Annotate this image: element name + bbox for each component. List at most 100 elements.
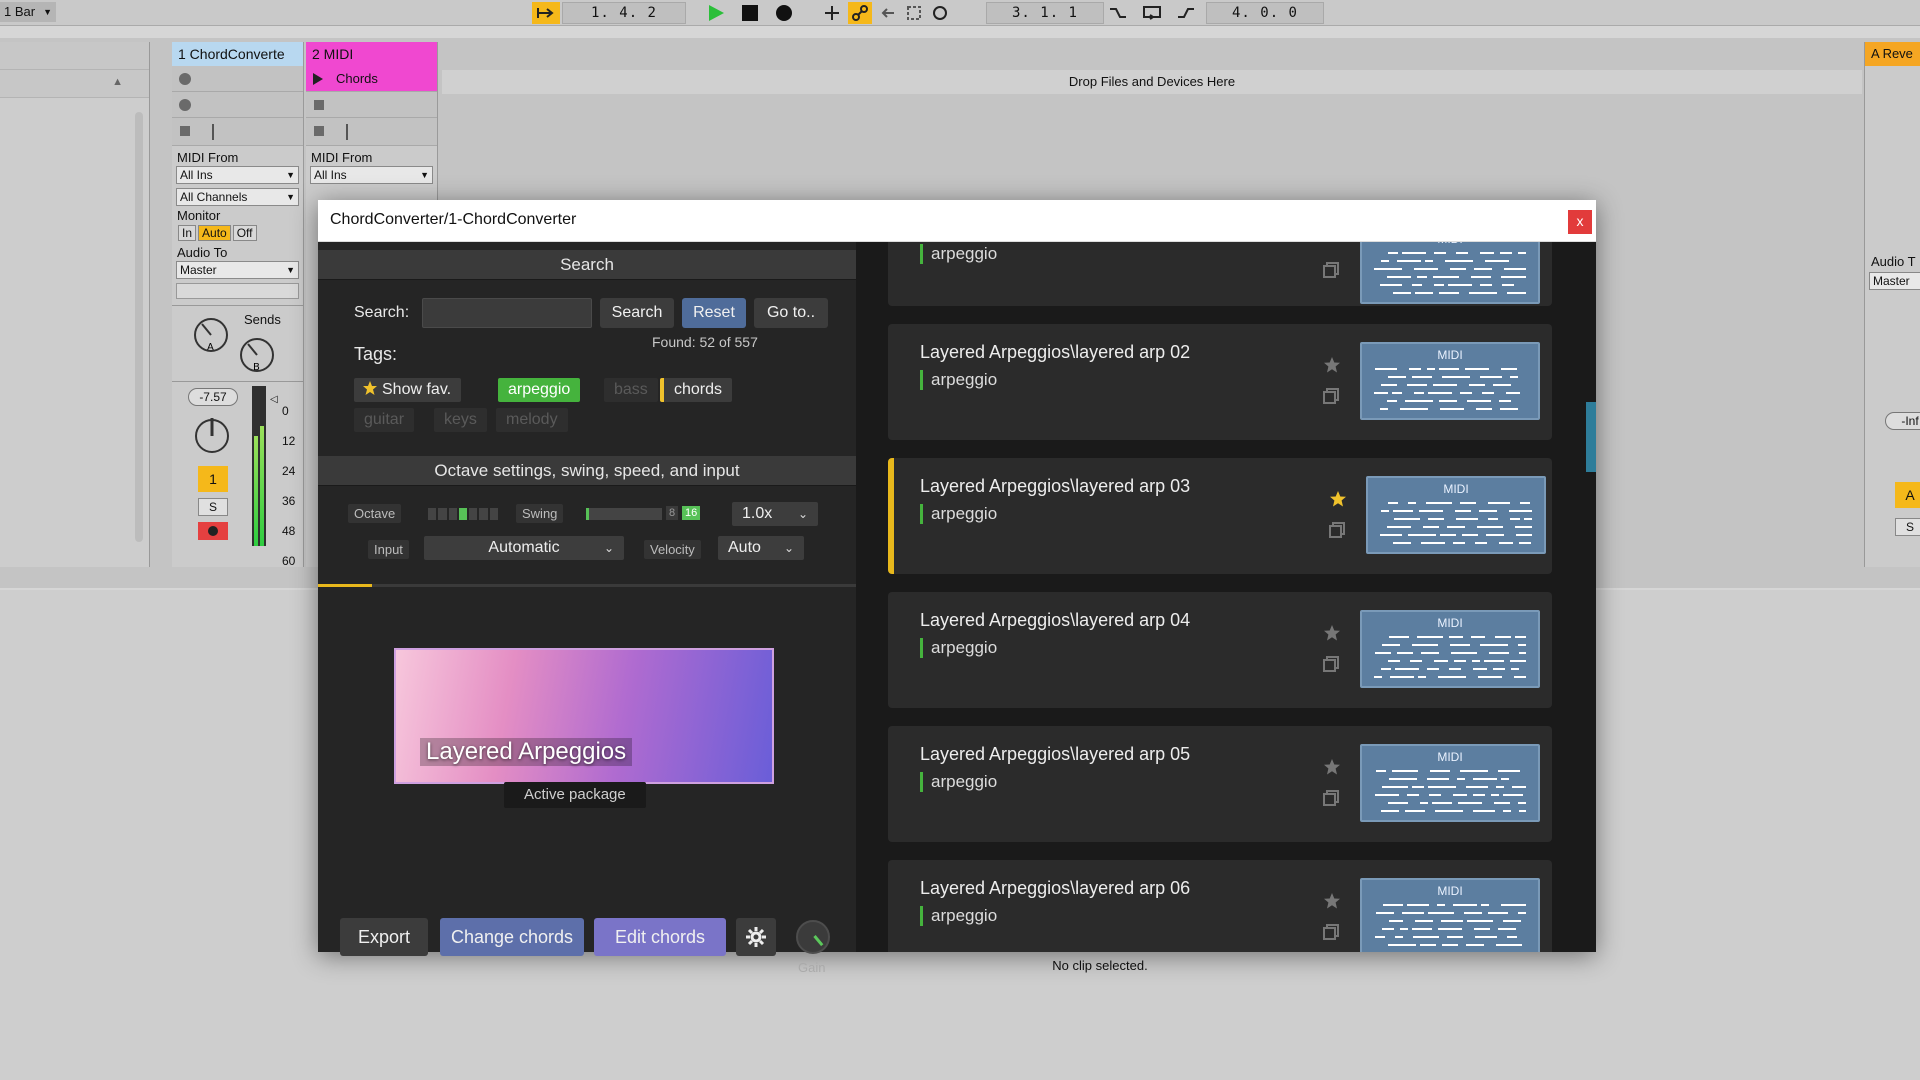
solo-button[interactable]: S bbox=[198, 498, 228, 516]
midi-preview[interactable]: MIDI bbox=[1360, 610, 1540, 688]
swing-8-button[interactable]: 8 bbox=[666, 506, 679, 520]
preset-card[interactable]: Layered Arpeggios\layered arp 06 arpeggio… bbox=[888, 860, 1552, 952]
loop-start[interactable]: 3. 1. 1 bbox=[986, 2, 1104, 24]
monitor-off-button[interactable]: Off bbox=[232, 225, 257, 241]
pan-knob-icon[interactable] bbox=[192, 414, 232, 454]
song-position[interactable]: 1. 4. 2 bbox=[562, 2, 686, 24]
favorite-button[interactable] bbox=[1323, 758, 1341, 781]
preset-tag[interactable]: arpeggio bbox=[920, 772, 997, 792]
preset-card[interactable]: arpeggio MIDI bbox=[888, 242, 1552, 306]
send-b-knob-icon[interactable]: B bbox=[238, 336, 276, 374]
capture-midi-icon[interactable] bbox=[902, 2, 926, 24]
swing-slider[interactable] bbox=[586, 508, 662, 520]
stop-icon[interactable] bbox=[738, 2, 762, 24]
return-activator-button[interactable]: A bbox=[1895, 482, 1920, 508]
clip-slot[interactable] bbox=[306, 92, 437, 118]
record-icon[interactable] bbox=[772, 2, 796, 24]
search-button[interactable]: Search bbox=[600, 298, 674, 328]
preset-tag[interactable]: arpeggio bbox=[920, 244, 997, 264]
quantization-menu[interactable]: 1 Bar ▼ bbox=[0, 2, 56, 22]
midi-preview[interactable]: MIDI bbox=[1360, 744, 1540, 822]
monitor-in-button[interactable]: In bbox=[178, 225, 197, 241]
midi-from-select[interactable]: All Ins bbox=[176, 166, 299, 184]
favorite-button[interactable] bbox=[1329, 490, 1347, 513]
audio-to-select[interactable]: Master bbox=[1869, 272, 1920, 290]
tag-guitar[interactable]: guitar bbox=[354, 408, 415, 432]
scroll-up-icon[interactable]: ▲ bbox=[112, 76, 123, 88]
preset-card[interactable]: Layered Arpeggios\layered arp 02 arpeggio… bbox=[888, 324, 1552, 440]
preset-card[interactable]: Layered Arpeggios\layered arp 03 arpeggio… bbox=[888, 458, 1552, 574]
gain-knob[interactable] bbox=[796, 920, 830, 954]
track-title[interactable]: 1 ChordConverte bbox=[172, 42, 303, 66]
reset-button[interactable]: Reset bbox=[682, 298, 746, 328]
audio-to-select[interactable]: Master bbox=[176, 261, 299, 279]
clip-slot[interactable] bbox=[172, 92, 303, 118]
duplicate-button[interactable] bbox=[1323, 790, 1339, 811]
input-dropdown[interactable]: Automatic ⌄ bbox=[424, 536, 624, 560]
duplicate-button[interactable] bbox=[1323, 656, 1339, 677]
favorite-button[interactable] bbox=[1323, 892, 1341, 915]
tag-show-fav[interactable]: Show fav. bbox=[354, 378, 462, 402]
loop-length[interactable]: 4. 0. 0 bbox=[1206, 2, 1324, 24]
midi-from-select[interactable]: All Ins bbox=[310, 166, 433, 184]
tag-melody[interactable]: melody bbox=[496, 408, 568, 432]
edit-chords-button[interactable]: Edit chords bbox=[594, 918, 726, 956]
track-title[interactable]: 2 MIDI bbox=[306, 42, 437, 66]
overdub-icon[interactable] bbox=[820, 2, 844, 24]
sidebar-scrollbar[interactable] bbox=[135, 112, 143, 542]
package-cover[interactable]: Layered Arpeggios bbox=[394, 648, 774, 784]
track-volume[interactable]: -7.57 bbox=[188, 388, 238, 406]
clip-play-icon[interactable] bbox=[312, 72, 324, 86]
export-button[interactable]: Export bbox=[340, 918, 428, 956]
tag-bass[interactable]: bass bbox=[604, 378, 658, 402]
octave-selector[interactable] bbox=[428, 508, 498, 520]
tag-keys[interactable]: keys bbox=[434, 408, 487, 432]
duplicate-button[interactable] bbox=[1329, 522, 1345, 543]
close-button[interactable]: x bbox=[1568, 210, 1592, 234]
fader-arrow-icon[interactable]: ◁ bbox=[270, 394, 278, 405]
tag-chords[interactable]: chords bbox=[660, 378, 733, 402]
change-chords-button[interactable]: Change chords bbox=[440, 918, 584, 956]
goto-button[interactable]: Go to.. bbox=[754, 298, 828, 328]
drop-zone[interactable]: Drop Files and Devices Here bbox=[442, 70, 1862, 94]
preset-tag[interactable]: arpeggio bbox=[920, 638, 997, 658]
midi-channel-select[interactable]: All Channels bbox=[176, 188, 299, 206]
duplicate-button[interactable] bbox=[1323, 388, 1339, 409]
preset-card[interactable]: Layered Arpeggios\layered arp 05 arpeggio… bbox=[888, 726, 1552, 842]
send-a-knob-icon[interactable]: A bbox=[192, 316, 230, 354]
clip-chords[interactable]: Chords bbox=[306, 66, 437, 92]
preset-card[interactable]: Layered Arpeggios\layered arp 04 arpeggio… bbox=[888, 592, 1552, 708]
preset-tag[interactable]: arpeggio bbox=[920, 906, 997, 926]
duplicate-button[interactable] bbox=[1323, 262, 1339, 283]
preset-tag[interactable]: arpeggio bbox=[920, 370, 997, 390]
search-input[interactable] bbox=[422, 298, 592, 328]
return-solo-button[interactable]: S bbox=[1895, 518, 1920, 536]
stop-clip-slot[interactable] bbox=[306, 118, 437, 146]
midi-preview[interactable]: MIDI bbox=[1360, 878, 1540, 952]
plugin-titlebar[interactable]: ChordConverter/1-ChordConverter x bbox=[318, 200, 1596, 242]
midi-preview[interactable]: MIDI bbox=[1366, 476, 1546, 554]
speed-dropdown[interactable]: 1.0x ⌄ bbox=[732, 502, 818, 526]
track-activator-button[interactable]: 1 bbox=[198, 466, 228, 492]
midi-preview[interactable]: MIDI bbox=[1360, 342, 1540, 420]
punch-in-icon[interactable] bbox=[1106, 2, 1130, 24]
back-to-arrangement-icon[interactable] bbox=[876, 2, 900, 24]
stop-clip-slot[interactable] bbox=[172, 118, 303, 146]
follow-icon[interactable] bbox=[532, 2, 560, 24]
duplicate-button[interactable] bbox=[1323, 924, 1339, 945]
settings-button[interactable] bbox=[736, 918, 776, 956]
tag-arpeggio[interactable]: arpeggio bbox=[498, 378, 581, 402]
preset-scrollbar[interactable] bbox=[1586, 402, 1596, 472]
session-record-icon[interactable] bbox=[928, 2, 952, 24]
velocity-dropdown[interactable]: Auto ⌄ bbox=[718, 536, 804, 560]
arm-button[interactable] bbox=[198, 522, 228, 540]
preset-tag[interactable]: arpeggio bbox=[920, 504, 997, 524]
swing-16-button[interactable]: 16 bbox=[682, 506, 701, 520]
punch-out-icon[interactable] bbox=[1174, 2, 1198, 24]
return-volume[interactable]: -Inf bbox=[1885, 412, 1920, 430]
return-title[interactable]: A Reve bbox=[1865, 42, 1920, 66]
favorite-button[interactable] bbox=[1323, 356, 1341, 379]
clip-slot[interactable] bbox=[172, 66, 303, 92]
automation-arm-icon[interactable] bbox=[848, 2, 872, 24]
midi-preview[interactable]: MIDI bbox=[1360, 242, 1540, 304]
